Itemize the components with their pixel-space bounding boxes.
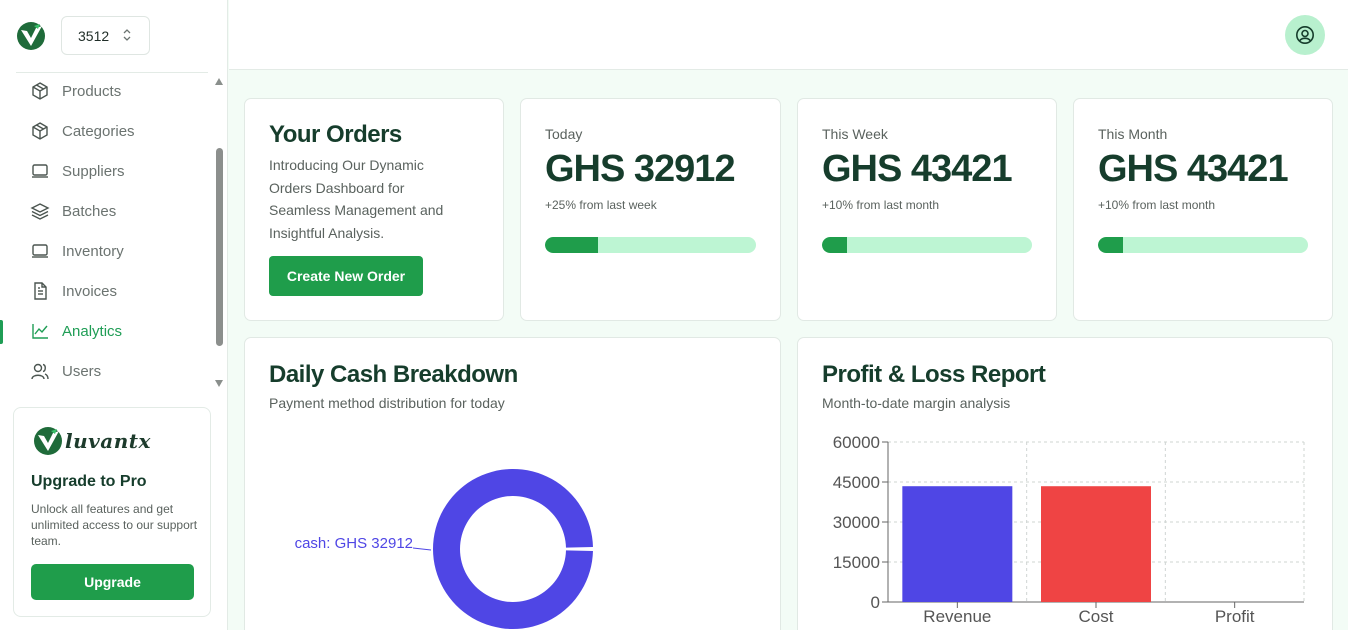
- y-tick-label: 30000: [833, 513, 880, 532]
- orders-card: Your Orders Introducing Our Dynamic Orde…: [244, 98, 504, 321]
- donut-slice-cash: [433, 469, 593, 629]
- sidebar-item-categories[interactable]: Categories: [0, 112, 212, 152]
- promo-text: Unlock all features and get unlimited ac…: [31, 502, 198, 548]
- cash-donut-chart: cash: GHS 32912: [295, 469, 593, 629]
- user-circle-icon: [1296, 26, 1314, 44]
- sidebar: 3512 Products Categories Suppliers Batch…: [0, 0, 228, 630]
- stat-card-this-week: This Week GHS 43421 +10% from last month: [797, 98, 1057, 321]
- box-icon: [32, 82, 48, 100]
- y-tick-label: 45000: [833, 473, 880, 492]
- sidebar-item-label: Analytics: [62, 323, 123, 340]
- orders-description: Introducing Our Dynamic Orders Dashboard…: [269, 157, 444, 241]
- sidebar-nav: Products Categories Suppliers Batches In…: [0, 72, 212, 390]
- stat-change: +25% from last week: [545, 198, 657, 212]
- create-new-order-button[interactable]: Create New Order: [269, 256, 423, 296]
- cash-breakdown-card: Daily Cash Breakdown Payment method dist…: [244, 337, 781, 630]
- upgrade-promo-card: luvantx Upgrade to Pro Unlock all featur…: [13, 407, 211, 617]
- profit-loss-card: Profit & Loss Report Month-to-date margi…: [797, 337, 1333, 630]
- promo-brand-logo: luvantx: [33, 426, 151, 456]
- brand-wordmark: luvantx: [65, 429, 151, 453]
- stat-card-this-month: This Month GHS 43421 +10% from last mont…: [1073, 98, 1333, 321]
- sidebar-item-inventory[interactable]: Inventory: [0, 232, 212, 272]
- monitor-icon: [32, 244, 48, 258]
- bar-cost: [1041, 486, 1151, 602]
- stat-progress-bar: [1098, 237, 1308, 253]
- line-chart-icon: [32, 324, 48, 339]
- document-icon: [34, 282, 47, 300]
- stat-label: This Week: [822, 126, 888, 142]
- stat-progress-fill: [545, 237, 598, 253]
- promo-title: Upgrade to Pro: [31, 473, 147, 490]
- sidebar-item-analytics[interactable]: Analytics: [0, 312, 212, 352]
- sidebar-item-suppliers[interactable]: Suppliers: [0, 152, 212, 192]
- stat-progress-bar: [545, 237, 756, 253]
- sidebar-item-label: Products: [62, 83, 122, 100]
- brand-logo-icon[interactable]: [16, 21, 46, 51]
- stat-value: GHS 32912: [545, 148, 736, 190]
- chevron-up-down-icon: [123, 29, 131, 41]
- donut-leader-line: [412, 547, 432, 551]
- sidebar-item-label: Categories: [62, 123, 135, 140]
- sidebar-scroll-thumb[interactable]: [216, 148, 223, 346]
- store-selector-value: 3512: [78, 27, 110, 44]
- sidebar-item-invoices[interactable]: Invoices: [0, 272, 212, 312]
- sidebar-item-label: Invoices: [62, 283, 118, 300]
- x-tick-label: Cost: [1079, 607, 1114, 626]
- box-icon: [32, 122, 48, 140]
- stat-label: This Month: [1098, 126, 1168, 142]
- profit-loss-bar-chart: 0 15000 30000 45000 60000 Revenue Cost Profit: [833, 433, 1305, 626]
- layers-icon: [30, 203, 50, 220]
- stat-label: Today: [545, 126, 583, 142]
- users-icon: [31, 363, 49, 380]
- monitor-icon: [32, 164, 48, 178]
- x-tick-label: Revenue: [923, 607, 991, 626]
- upgrade-button[interactable]: Upgrade: [31, 564, 194, 600]
- stat-progress-bar: [822, 237, 1032, 253]
- sidebar-item-label: Inventory: [62, 243, 124, 260]
- y-tick-label: 15000: [833, 553, 880, 572]
- brand-logo-icon: [34, 427, 62, 455]
- stat-card-today: Today GHS 32912 +25% from last week: [520, 98, 781, 321]
- sidebar-item-label: Suppliers: [62, 163, 125, 180]
- store-selector[interactable]: 3512: [61, 16, 150, 55]
- sidebar-item-products[interactable]: Products: [0, 72, 212, 112]
- scroll-up-arrow-icon[interactable]: [215, 78, 223, 85]
- stat-change: +10% from last month: [822, 198, 940, 212]
- sidebar-item-label: Batches: [62, 203, 117, 220]
- y-tick-label: 0: [871, 593, 880, 612]
- stat-value: GHS 43421: [822, 148, 1013, 190]
- orders-title: Your Orders: [269, 121, 402, 148]
- top-header: [229, 0, 1348, 70]
- stat-change: +10% from last month: [1098, 198, 1216, 212]
- sidebar-item-label: Users: [62, 363, 102, 380]
- stat-progress-fill: [1098, 237, 1124, 253]
- stat-progress-fill: [822, 237, 848, 253]
- user-avatar-button[interactable]: [1285, 15, 1325, 55]
- y-tick-label: 60000: [833, 433, 880, 452]
- donut-slice-label: cash: GHS 32912: [295, 535, 413, 552]
- x-tick-label: Profit: [1215, 607, 1255, 626]
- sidebar-item-batches[interactable]: Batches: [0, 192, 212, 232]
- bar-revenue: [902, 486, 1013, 602]
- sidebar-item-users[interactable]: Users: [0, 352, 212, 390]
- stat-value: GHS 43421: [1098, 148, 1289, 190]
- scroll-down-arrow-icon[interactable]: [215, 380, 223, 387]
